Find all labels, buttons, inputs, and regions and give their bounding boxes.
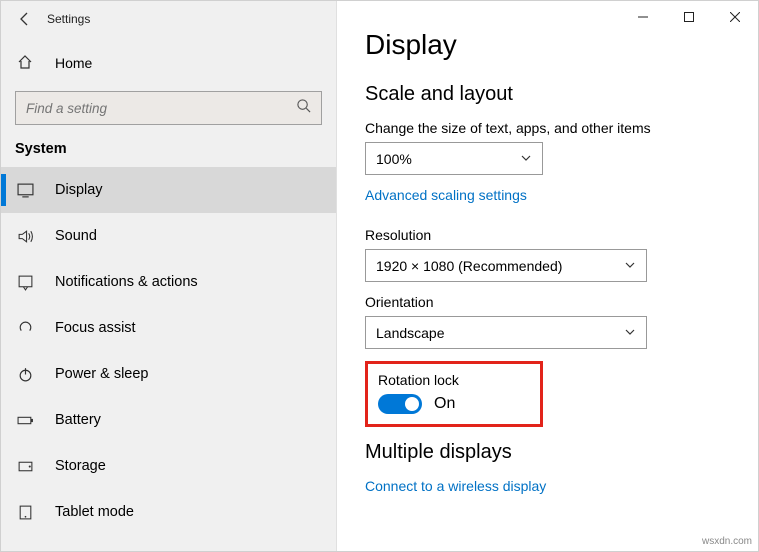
nav-list: Display Sound Notifications & actions Fo… <box>1 167 336 535</box>
connect-wireless-link[interactable]: Connect to a wireless display <box>365 478 546 494</box>
scale-value: 100% <box>376 151 412 167</box>
titlebar: Settings <box>1 1 336 37</box>
power-icon <box>15 364 35 384</box>
nav-item-tablet[interactable]: Tablet mode <box>1 489 336 535</box>
nav-item-sound[interactable]: Sound <box>1 213 336 259</box>
chevron-down-icon <box>520 151 532 167</box>
resolution-value: 1920 × 1080 (Recommended) <box>376 258 562 274</box>
chevron-down-icon <box>624 258 636 274</box>
nav-item-label: Storage <box>55 458 106 474</box>
resolution-dropdown[interactable]: 1920 × 1080 (Recommended) <box>365 249 647 282</box>
display-icon <box>15 180 35 200</box>
nav-item-storage[interactable]: Storage <box>1 443 336 489</box>
page-title: Display <box>365 29 744 61</box>
nav-item-power[interactable]: Power & sleep <box>1 351 336 397</box>
rotation-lock-highlight: Rotation lock On <box>365 361 543 427</box>
nav-item-label: Sound <box>55 228 97 244</box>
rotation-lock-value: On <box>434 395 455 413</box>
watermark: wsxdn.com <box>702 536 752 547</box>
orientation-label: Orientation <box>365 294 744 310</box>
nav-item-battery[interactable]: Battery <box>1 397 336 443</box>
content-pane: Display Scale and layout Change the size… <box>337 1 758 551</box>
nav-item-display[interactable]: Display <box>1 167 336 213</box>
scale-dropdown[interactable]: 100% <box>365 142 543 175</box>
nav-home[interactable]: Home <box>1 43 336 83</box>
orientation-value: Landscape <box>376 325 445 341</box>
focus-assist-icon <box>15 318 35 338</box>
maximize-button[interactable] <box>666 1 712 33</box>
rotation-lock-toggle[interactable] <box>378 394 422 414</box>
nav-item-notifications[interactable]: Notifications & actions <box>1 259 336 305</box>
nav-item-label: Power & sleep <box>55 366 149 382</box>
nav-item-label: Focus assist <box>55 320 136 336</box>
search-icon <box>296 98 311 118</box>
window-controls <box>620 1 758 33</box>
scale-label: Change the size of text, apps, and other… <box>365 120 744 136</box>
storage-icon <box>15 456 35 476</box>
resolution-label: Resolution <box>365 227 744 243</box>
sidebar: Settings Home System Display Sound <box>1 1 337 551</box>
nav-item-label: Tablet mode <box>55 504 134 520</box>
nav-item-focus-assist[interactable]: Focus assist <box>1 305 336 351</box>
section-header-multi: Multiple displays <box>365 441 744 464</box>
battery-icon <box>15 410 35 430</box>
nav-home-label: Home <box>55 55 92 71</box>
notifications-icon <box>15 272 35 292</box>
nav-item-label: Display <box>55 182 103 198</box>
chevron-down-icon <box>624 325 636 341</box>
home-icon <box>15 54 35 73</box>
sound-icon <box>15 226 35 246</box>
search-input[interactable] <box>26 101 296 116</box>
nav-item-label: Notifications & actions <box>55 274 198 290</box>
rotation-lock-label: Rotation lock <box>378 372 538 388</box>
nav-item-label: Battery <box>55 412 101 428</box>
minimize-button[interactable] <box>620 1 666 33</box>
advanced-scaling-link[interactable]: Advanced scaling settings <box>365 187 527 203</box>
window-title: Settings <box>47 12 90 26</box>
section-header-scale: Scale and layout <box>365 83 744 106</box>
back-button[interactable] <box>9 3 41 35</box>
search-box[interactable] <box>15 91 322 125</box>
tablet-icon <box>15 502 35 522</box>
close-button[interactable] <box>712 1 758 33</box>
nav-section-header: System <box>1 137 336 167</box>
orientation-dropdown[interactable]: Landscape <box>365 316 647 349</box>
